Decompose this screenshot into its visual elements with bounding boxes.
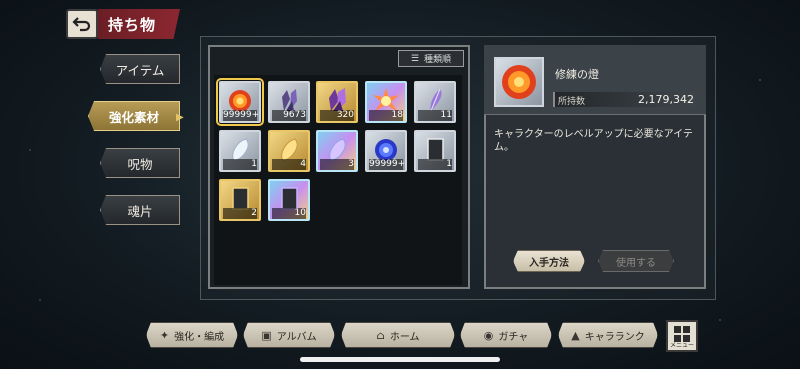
item-count: 1: [418, 159, 452, 170]
enhance-icon: ✦: [159, 328, 170, 342]
item-name: 修練の燈: [555, 68, 599, 81]
item-count: 2: [223, 208, 257, 219]
item-count: 10: [272, 208, 306, 219]
item-count: 18: [369, 110, 403, 121]
rank-icon: ▲: [571, 328, 580, 342]
nav-label: ホーム: [389, 331, 420, 343]
item-count: 320: [320, 110, 354, 121]
item-slot[interactable]: 99999+: [365, 130, 407, 172]
nav-character-rank[interactable]: ▲ キャラランク: [558, 322, 658, 348]
item-slot[interactable]: 2: [219, 179, 261, 221]
nav-label: 強化・編成: [174, 331, 225, 343]
tab-materials[interactable]: 強化素材: [88, 101, 180, 131]
item-count: 3: [320, 159, 354, 170]
back-button[interactable]: [66, 9, 98, 39]
nav-gacha[interactable]: ◉ ガチャ: [460, 322, 552, 348]
item-slot[interactable]: 4: [268, 130, 310, 172]
item-slot[interactable]: 9673: [268, 81, 310, 123]
album-icon: ▣: [261, 328, 272, 342]
item-count: 4: [272, 159, 306, 170]
sort-label: 種類順: [424, 55, 452, 65]
home-indicator[interactable]: [300, 357, 500, 362]
item-slot[interactable]: 99999+: [216, 78, 264, 126]
tab-soul-fragments[interactable]: 魂片: [100, 195, 180, 225]
item-count: 99999+: [369, 159, 406, 170]
item-slot[interactable]: 1: [414, 130, 456, 172]
menu-button[interactable]: メニュー: [666, 320, 698, 352]
item-count: 99999+: [223, 110, 260, 121]
nav-label: アルバム: [276, 331, 317, 343]
home-icon: ⌂: [376, 328, 385, 342]
item-description: キャラクターのレベルアップに必要なアイテム。: [494, 129, 693, 153]
nav-enhance[interactable]: ✦ 強化・編成: [146, 322, 238, 348]
item-count: 9673: [272, 110, 306, 121]
item-slot[interactable]: 18: [365, 81, 407, 123]
active-tab-arrow-icon: ▶: [176, 112, 184, 123]
sort-icon: ☰: [410, 53, 420, 64]
nav-label: ガチャ: [498, 331, 529, 343]
flame-orb-icon: [494, 57, 544, 107]
nav-album[interactable]: ▣ アルバム: [243, 322, 335, 348]
item-slot[interactable]: 1: [219, 130, 261, 172]
owned-value: 2,179,342: [638, 93, 694, 106]
tab-cursed-objects[interactable]: 呪物: [100, 148, 180, 178]
sort-button[interactable]: ☰ 種類順: [398, 50, 464, 67]
owned-label: 所持数: [558, 97, 586, 107]
item-slot[interactable]: 320: [316, 81, 358, 123]
item-slot[interactable]: 10: [268, 179, 310, 221]
back-arrow-icon: [72, 17, 91, 32]
nav-home[interactable]: ⌂ ホーム: [341, 322, 455, 348]
nav-label: キャラランク: [584, 331, 645, 343]
menu-label: メニュー: [669, 342, 694, 349]
item-slot[interactable]: 3: [316, 130, 358, 172]
item-count: 11: [418, 110, 452, 121]
item-slot[interactable]: 11: [414, 81, 456, 123]
gacha-icon: ◉: [483, 328, 494, 342]
tab-items[interactable]: アイテム: [100, 54, 180, 84]
use-button[interactable]: 使用する: [598, 250, 674, 272]
acquire-method-button[interactable]: 入手方法: [513, 250, 585, 272]
item-count: 1: [223, 159, 257, 170]
page-title: 持ち物: [98, 9, 180, 39]
